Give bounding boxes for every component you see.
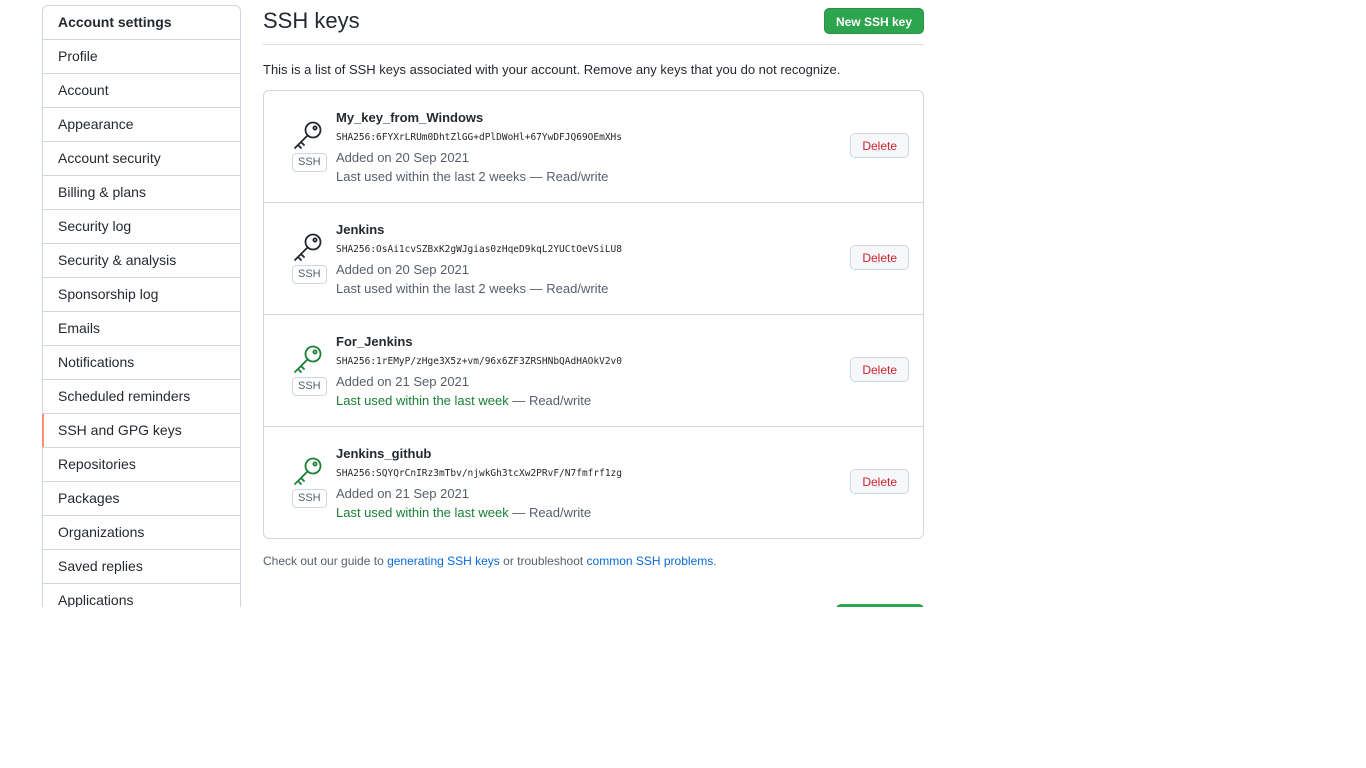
- delete-key-button[interactable]: Delete: [850, 357, 909, 382]
- key-last-used: Last used within the last week — Read/wr…: [336, 391, 622, 410]
- sidebar-item-account-security[interactable]: Account security: [43, 142, 240, 176]
- sidebar-item-repositories[interactable]: Repositories: [43, 448, 240, 482]
- title-row: SSH keys New SSH key: [263, 0, 924, 45]
- key-title: For_Jenkins: [336, 334, 413, 349]
- sidebar-item-security-log[interactable]: Security log: [43, 210, 240, 244]
- help-note-prefix: Check out our guide to: [263, 554, 388, 568]
- key-added-date: Added on 20 Sep 2021: [336, 150, 470, 165]
- key-last-used-text: — Read/write: [508, 505, 592, 520]
- key-last-used-recent: Last used within the last week: [336, 505, 509, 520]
- help-note-middle: or troubleshoot: [499, 554, 587, 568]
- key-title: My_key_from_Windows: [336, 110, 484, 125]
- key-last-used-recent: Last used within the last week: [336, 393, 509, 408]
- key-last-used-text: Last used within the last 2 weeks — Read…: [336, 281, 609, 296]
- key-fingerprint: SHA256:SQYQrCnIRz3mTbv/njwkGh3tcXw2PRvF/…: [336, 468, 622, 479]
- sidebar-item-profile[interactable]: Profile: [43, 40, 240, 74]
- ssh-badge: SSH: [292, 265, 327, 284]
- key-icon-wrap: SSH: [292, 231, 327, 284]
- key-icon: [294, 233, 322, 261]
- key-info: For_Jenkins SHA256:1rEMyP/zHge3X5z+vm/96…: [336, 334, 622, 410]
- delete-key-button[interactable]: Delete: [850, 133, 909, 158]
- ssh-help-note: Check out our guide to generating SSH ke…: [263, 554, 924, 568]
- key-last-used-text: — Read/write: [508, 393, 592, 408]
- sidebar-item-saved-replies[interactable]: Saved replies: [43, 550, 240, 584]
- key-added-date: Added on 21 Sep 2021: [336, 486, 470, 501]
- key-info: Jenkins SHA256:OsAi1cvSZBxK2gWJgias0zHqe…: [336, 222, 622, 298]
- key-fingerprint: SHA256:1rEMyP/zHge3X5z+vm/96x6ZF3ZRSHNbQ…: [336, 356, 622, 367]
- key-last-used: Last used within the last week — Read/wr…: [336, 503, 622, 522]
- sidebar-header: Account settings: [43, 6, 240, 40]
- sidebar-item-emails[interactable]: Emails: [43, 312, 240, 346]
- key-fingerprint: SHA256:6FYXrLRUm0DhtZlGG+dPlDWoHl+67YwDF…: [336, 132, 622, 143]
- key-icon: [294, 457, 322, 485]
- sidebar-item-applications[interactable]: Applications: [43, 584, 240, 607]
- sidebar-item-scheduled-reminders[interactable]: Scheduled reminders: [43, 380, 240, 414]
- key-last-used: Last used within the last 2 weeks — Read…: [336, 167, 622, 186]
- key-last-used-text: Last used within the last 2 weeks — Read…: [336, 169, 609, 184]
- delete-key-button[interactable]: Delete: [850, 245, 909, 270]
- key-info: Jenkins_github SHA256:SQYQrCnIRz3mTbv/nj…: [336, 446, 622, 522]
- page-title: SSH keys: [263, 8, 360, 33]
- help-note-suffix: .: [713, 554, 717, 568]
- ssh-key-row: SSH Jenkins SHA256:OsAi1cvSZBxK2gWJgias0…: [264, 203, 923, 315]
- page-viewport: Account settings Profile Account Appeara…: [0, 0, 1366, 607]
- key-icon-wrap: SSH: [292, 119, 327, 172]
- ssh-key-row: SSH Jenkins_github SHA256:SQYQrCnIRz3mTb…: [264, 427, 923, 538]
- key-added-date: Added on 21 Sep 2021: [336, 374, 470, 389]
- ssh-key-row: SSH My_key_from_Windows SHA256:6FYXrLRUm…: [264, 91, 923, 203]
- ssh-key-row: SSH For_Jenkins SHA256:1rEMyP/zHge3X5z+v…: [264, 315, 923, 427]
- sidebar-item-sponsorship-log[interactable]: Sponsorship log: [43, 278, 240, 312]
- sidebar-item-notifications[interactable]: Notifications: [43, 346, 240, 380]
- sidebar-item-security-analysis[interactable]: Security & analysis: [43, 244, 240, 278]
- generating-ssh-keys-link[interactable]: generating SSH keys: [387, 554, 500, 568]
- sidebar-item-packages[interactable]: Packages: [43, 482, 240, 516]
- sidebar-item-billing[interactable]: Billing & plans: [43, 176, 240, 210]
- settings-sidebar: Account settings Profile Account Appeara…: [42, 5, 241, 607]
- new-ssh-key-button[interactable]: New SSH key: [823, 8, 924, 34]
- key-last-used: Last used within the last 2 weeks — Read…: [336, 279, 622, 298]
- sidebar-item-organizations[interactable]: Organizations: [43, 516, 240, 550]
- main-content: SSH keys New SSH key This is a list of S…: [263, 0, 924, 580]
- key-icon-wrap: SSH: [292, 455, 327, 508]
- key-title: Jenkins_github: [336, 446, 432, 461]
- key-info: My_key_from_Windows SHA256:6FYXrLRUm0Dht…: [336, 110, 622, 186]
- delete-key-button[interactable]: Delete: [850, 469, 909, 494]
- sidebar-item-appearance[interactable]: Appearance: [43, 108, 240, 142]
- key-icon-wrap: SSH: [292, 343, 327, 396]
- page-description: This is a list of SSH keys associated wi…: [263, 62, 841, 77]
- partially-visible-button[interactable]: [836, 604, 924, 607]
- ssh-keys-list: SSH My_key_from_Windows SHA256:6FYXrLRUm…: [263, 90, 924, 539]
- key-icon: [294, 345, 322, 373]
- ssh-badge: SSH: [292, 153, 327, 172]
- ssh-badge: SSH: [292, 377, 327, 396]
- sidebar-item-account[interactable]: Account: [43, 74, 240, 108]
- common-ssh-problems-link[interactable]: common SSH problems: [587, 554, 714, 568]
- key-fingerprint: SHA256:OsAi1cvSZBxK2gWJgias0zHqeD9kqL2YU…: [336, 244, 622, 255]
- sidebar-item-ssh-gpg-keys[interactable]: SSH and GPG keys: [42, 414, 240, 448]
- key-added-date: Added on 20 Sep 2021: [336, 262, 470, 277]
- key-title: Jenkins: [336, 222, 385, 237]
- ssh-badge: SSH: [292, 489, 327, 508]
- key-icon: [294, 121, 322, 149]
